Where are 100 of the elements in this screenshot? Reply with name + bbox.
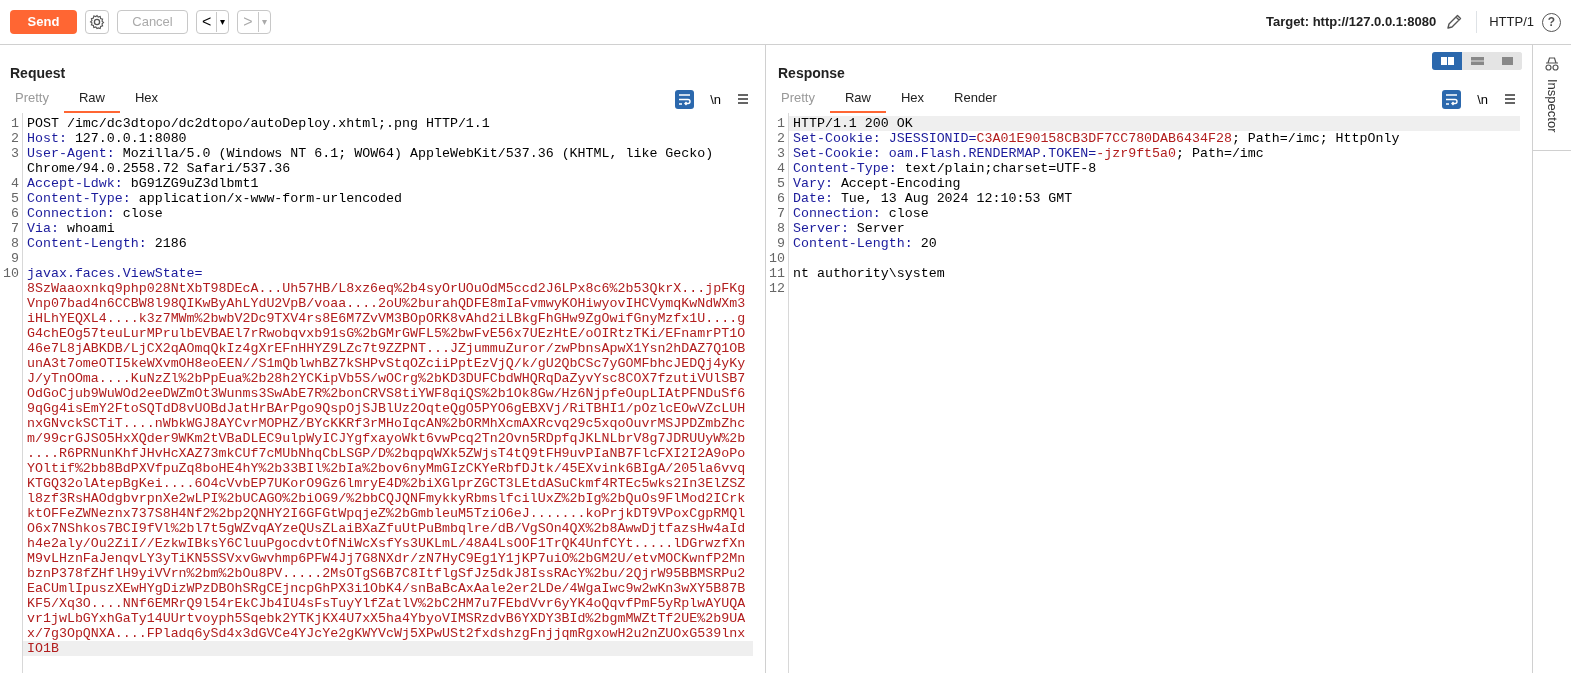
line-number: 7 (10, 220, 20, 236)
menu-icon[interactable] (737, 93, 749, 106)
header-value: whoami (66, 220, 115, 236)
code-line: nt authority\system (793, 265, 945, 281)
parameter-value: KTGQ32olAtepBgKei....6O4cVvbEP7UKorO9Gz6lmryE4D%2biXGlprZGCT3LEtdASuCkmf4RTEc5wks2In3ElZSZ (27, 475, 746, 491)
pane-title: Request (10, 64, 67, 83)
tab[interactable]: Hex (120, 86, 174, 113)
header-name: User-Agent: (27, 145, 115, 161)
parameter-value: nxGNvckSCTiT....nWbkWGJ8AYCvrMOPHZ/BYcKKRf3rMHoIqcAN%2bORMhXcmAXRcvq29c5xqoOuvrMSJPDZmbZhc (27, 415, 746, 431)
header-value: Mozilla/5.0 (Windows NT 6.1; WOW64) AppleWebKit/537.36 (KHTML, like Gecko) (122, 145, 714, 161)
header-name: Set-Cookie: (793, 130, 881, 146)
rows-icon (1470, 57, 1484, 65)
parameter-value: l8zf3RsHAOdgbvrpnXe2wLPI%2bUCAGO%2biOG9/%2bbCQJQNFmykkyRbmslfcilUxZ%2bIg%2bQuOs9FlMod2ICrk (27, 490, 746, 506)
header-value: 2186 (154, 235, 187, 251)
line-number: 8 (10, 235, 20, 251)
line-number: 1 (776, 115, 786, 131)
parameter-value: x/7g3OpQNXA....FPladq6ySd4x3dGVCe4YJcYe2gKWYVcWj5XPwUSt2fxdshzgFnjjqmRgxowH2u2nZUOxG539lnx (27, 625, 746, 641)
parameter-value: O6x7NShkos7BCI9fVl%2bl7t5gWZvqAYzeQUsZLaiBXaZfuUtPuBmbqlre/dB/VgSOn4QX%2b8AwwDjtfazsHw4aId (27, 520, 746, 536)
line-number: 10 (768, 250, 786, 266)
line-number: 10 (2, 265, 20, 281)
parameter-value: ....R6PRNunKhfJHvHcXAZ73mkCUf7cMUbNhqCbLSGP/D%2bqpqWXk5ZWjsT4tQ9tFH9uvPIaNB7FlcFXI2I2A9oPo (27, 445, 746, 461)
line-number: 5 (776, 175, 786, 191)
cookie-attributes: ; Path=/imc; HttpOnly (1231, 130, 1400, 146)
parameter-value: bznP378fZHflH9yiVVrn%2bm%2bOu8PV.....2MsOTgS6B7C8ItflgSfJz5dkJ8IssRAcY%2bu/2QjrW95BBMSRPu2 (27, 565, 746, 581)
header-name: Set-Cookie: (793, 145, 881, 161)
line-number: 9 (776, 235, 786, 251)
line-number: 5 (10, 190, 20, 206)
line-number: 4 (10, 175, 20, 191)
parameter-value: h4e2aly/Ou2ZiI//EzkwIBksY6CluuPgocdvtOfNiWcXsfYs3UKLmL/48A4LsOOF1TrQK4UnfCYt.....lDGrwzfXn (27, 535, 746, 551)
pane-title: Response (778, 64, 845, 83)
header-value: 127.0.0.1:8080 (74, 130, 187, 146)
header-value: application/x-www-form-urlencoded (138, 190, 403, 206)
parameter-value: Vnp07bad4n6CCBW8l98QIKwByAhLYdU2VpB/voaa....2oU%2burahQDFE8mIaFvmwyKOHiwyovIHCVymqKwNdWXm3 (27, 295, 746, 311)
parameter-value: G4chEOg57teuLurMPrulbEVBAEl7rRwobqvxb91sG%2bGMrGWFL5%2bwFvE56x7UEzHtE/oOIRtzTKi/EFnamrPT1O (27, 325, 746, 341)
single-pane-icon (1500, 57, 1514, 65)
line-number: 2 (10, 130, 20, 146)
header-name: Content-Type: (793, 160, 897, 176)
parameter-value: m/99crGJSO5HxXQder9WKm2tVBaDLEC9ulpWyICJYgfxayoWkt6vwPcq2Tn2Ovn5RDpfqJKLNLbrV8g7JDRUUyW%2b (27, 430, 746, 446)
line-number: 8 (776, 220, 786, 236)
dropdown-button[interactable]: ▾ (216, 12, 229, 32)
parameter-value: IO1B (27, 640, 59, 656)
inspector-icon[interactable] (1544, 57, 1560, 71)
line-number: 6 (10, 205, 20, 221)
layout-button[interactable] (1432, 52, 1462, 70)
header-name: Date: (793, 190, 833, 206)
header-name: Connection: (27, 205, 115, 221)
settings-button[interactable] (85, 10, 109, 34)
header-value: bG91ZG9uZ3dlbmt1 (130, 175, 259, 191)
cookie-name: oam.Flash.RENDERMAP.TOKEN= (888, 145, 1097, 161)
back-button[interactable]: < (197, 12, 217, 32)
line-number: 1 (10, 115, 20, 131)
header-value: 20 (920, 235, 937, 251)
line-number: 3 (776, 145, 786, 161)
newline-toggle[interactable]: \n (710, 89, 721, 109)
header-name: Via: (27, 220, 59, 236)
newline-toggle[interactable]: \n (1477, 89, 1488, 109)
protocol-label[interactable]: HTTP/1 (1489, 12, 1534, 32)
parameter-name: javax.faces.ViewState= (27, 265, 203, 281)
line-number: 3 (10, 145, 20, 161)
header-name: Server: (793, 220, 849, 236)
parameter-value: 9qGg4isEmY2FtoSQTdD8vUOBdJatHrBArPgo9QspOjSJBlUz2OqteQgO5PYO6gEBXVj/RiTBHI1/pOzlcEOwVZcLUH (27, 400, 746, 416)
header-value: Chrome/94.0.2558.72 Safari/537.36 (27, 160, 291, 176)
header-name: Connection: (793, 205, 881, 221)
header-value: Server (856, 220, 905, 236)
parameter-value: YOltif%2bb8BdPXVfpuZq8boHE4hY%2b33BIl%2bIa%2bov6nyMmGIzCKYeRbfDJtk/45EXvink6BIgA/205la6vvq (27, 460, 746, 476)
header-name: Content-Length: (793, 235, 913, 251)
header-name: Content-Type: (27, 190, 131, 206)
header-value: close (122, 205, 163, 221)
target-label: Target: http://127.0.0.1:8080 (1265, 13, 1437, 32)
parameter-value: iHLhYEQXL4....k3z7MWm%2bwbV2Dc9TXV4rs8E6M7ZvVM3BOpORK8vAhd2iLBkgFhGHw9ZgOwifGnyMzfx1U....g (27, 310, 746, 326)
inspector-tab[interactable]: Inspector (1542, 79, 1562, 133)
header-value: text/plain;charset=UTF-8 (904, 160, 1097, 176)
header-value: Accept-Encoding (840, 175, 961, 191)
menu-icon[interactable] (1504, 93, 1516, 106)
wrap-icon[interactable] (1442, 89, 1462, 109)
parameter-value: 8SzWaaoxnkq9php028NtXbT98DEcA...Uh57HB/L8xz6eq%2b4syOrUOuOdM5ccd2J6LPx8c6%2b53QkrX...jpFKg (27, 280, 746, 296)
header-value: Tue, 13 Aug 2024 12:10:53 GMT (840, 190, 1073, 206)
wrap-icon[interactable] (675, 89, 695, 109)
parameter-value: KF5/Xq3O....NNf6EMRrQ9l54rEkCJb4IU4sFsTuyYlfZatlV%2bC2HM7u7FEbdVvr6yYK4oQqvfPmF5yRplwAYUQA (27, 595, 746, 611)
header-value: close (888, 205, 929, 221)
parameter-value: 46e7L8jABKDB/LjCX2qAOmqQkIz4gXrEFnHHYZ9LZc7t9ZZPNT...JZjummuZuror/zwPbnsApwX1Ysn2hDAZ7Q1OB (27, 340, 746, 356)
header-name: Accept-Ldwk: (27, 175, 123, 191)
parameter-value: OdGoCjub9WuWOd2eeDWZmOt3Wunms3SwAbE7R%2bonCRVS8tiYWF8qiQS%2b1Ok8Gw/Hz6NjpfeOupLIAtPFNDuSf6 (27, 385, 746, 401)
code-line: HTTP/1.1 200 OK (793, 115, 913, 131)
parameter-value: vr1jwLbGYxhGaTy14UUrtvoyph5Sqebk2YTKjKX4U7xX5ha4YbyoVIMSRzdvB6YXDY3BId%2bgmMWZtTf2UE%2b9UA (27, 610, 746, 626)
parameter-value: unA3t7omeOTI5keWXvmOH8eoEEN//S1mQblwhBZ7kSHPvStqOZciiPptEzVjQ/k/gU2QbCSc7yGOMFbhcJEDQj4yKy (27, 355, 746, 371)
header-name: Vary: (793, 175, 833, 191)
tab[interactable]: Hex (886, 86, 940, 113)
parameter-value: J/yTnOOma....KuNzZl%2bPpEua%2b28h2YCKipVb5S/wOCrg%2bKD3DUFCbdWHQRqDaZyvYsc8COX7fzutiVUlSB7 (27, 370, 746, 386)
columns-icon (1440, 57, 1454, 65)
line-number: 12 (768, 280, 786, 296)
tab[interactable]: Render (939, 86, 1012, 113)
line-number: 9 (10, 250, 20, 266)
line-number: 4 (776, 160, 786, 176)
parameter-value: EaCUmlIpuszXEwHYgDizWPzDBOhSRgCEjncpGhPX3i1ObK4/snBaBcAxAale2er2LDe/4WgaIwc9w2wKn3wXY5B87B (27, 580, 746, 596)
parameter-value: M9vLHznFaJenqvLY3yTiKN5SSVxvGwvhmp6PFW4Jj7G8NXdr/zN7HyC9Eg1Y1jKP7uiO%2bGM2U/etvMOCKwnfP2Mn (27, 550, 746, 566)
cookie-name: JSESSIONID= (888, 130, 977, 146)
header-name: Content-Length: (27, 235, 147, 251)
header-name: Host: (27, 130, 67, 146)
code-line: POST /imc/dc3dtopo/dc2dtopo/autoDeploy.xhtml;.png HTTP/1.1 (27, 115, 490, 131)
